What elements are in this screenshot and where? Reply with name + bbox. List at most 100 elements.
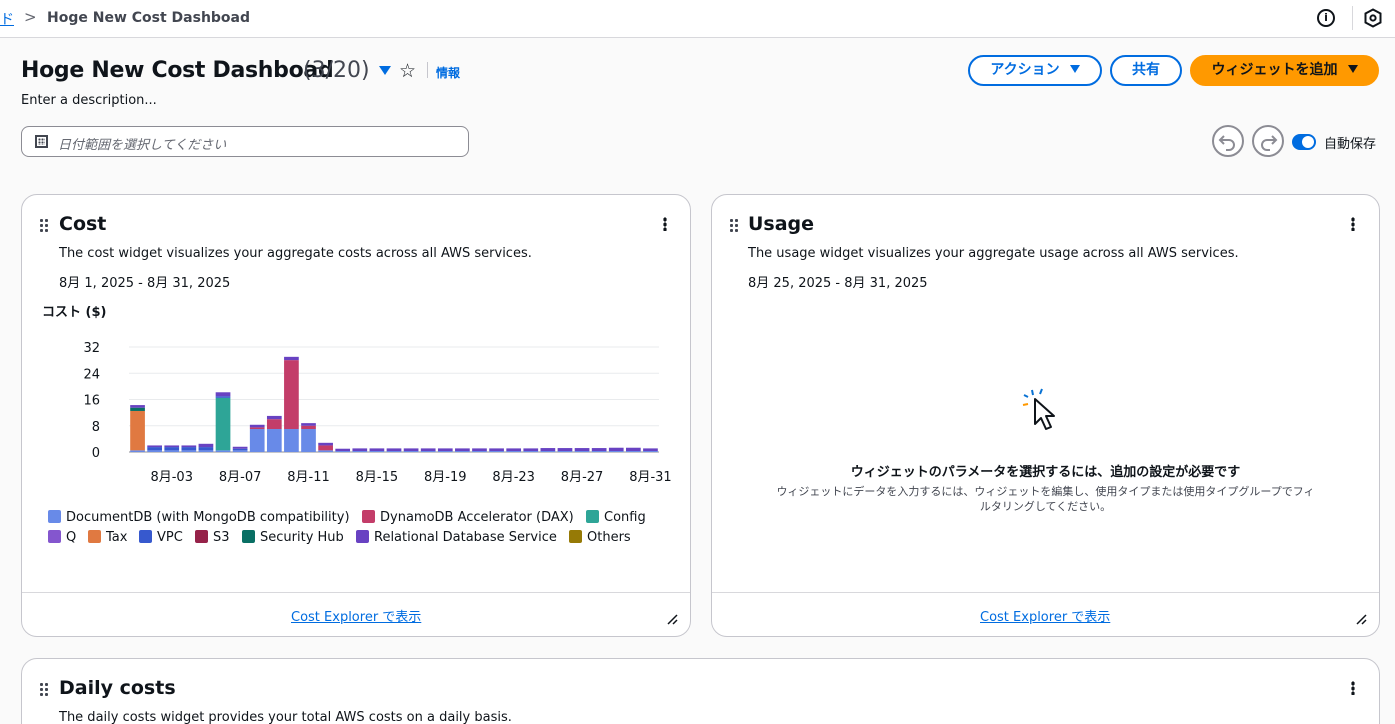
bar-segment[interactable] (455, 448, 470, 452)
bar-segment[interactable] (455, 451, 470, 452)
resize-handle-icon[interactable] (666, 613, 678, 625)
legend-item[interactable]: Security Hub (242, 530, 344, 545)
undo-button[interactable] (1212, 125, 1244, 157)
bar-segment[interactable] (181, 445, 197, 448)
legend-item[interactable]: DynamoDB Accelerator (DAX) (362, 510, 574, 525)
bar-segment[interactable] (147, 445, 162, 448)
bar-segment[interactable] (215, 392, 231, 397)
bar-segment[interactable] (147, 447, 162, 451)
bar-segment[interactable] (164, 445, 180, 448)
legend-item[interactable]: Q (48, 530, 76, 545)
bar-segment[interactable] (249, 427, 265, 430)
bar-segment[interactable] (215, 396, 231, 398)
bar-segment[interactable] (164, 447, 180, 451)
bar-segment[interactable] (318, 450, 333, 452)
breadcrumb-previous-link[interactable]: ド (0, 9, 14, 29)
view-in-cost-explorer-link[interactable]: Cost Explorer で表示 (980, 606, 1110, 625)
drag-handle-icon[interactable] (39, 218, 49, 232)
bar-segment[interactable] (335, 448, 351, 452)
bar-segment[interactable] (130, 450, 145, 452)
bar-segment[interactable] (352, 448, 368, 452)
bar-segment[interactable] (523, 451, 539, 452)
bar-segment[interactable] (181, 450, 197, 452)
bar-segment[interactable] (318, 442, 333, 446)
bar-segment[interactable] (386, 448, 402, 452)
bar-segment[interactable] (540, 448, 556, 452)
dashboard-switch-caret-icon[interactable] (379, 66, 391, 75)
legend-item[interactable]: Others (569, 530, 631, 545)
bar-segment[interactable] (164, 450, 180, 452)
bar-segment[interactable] (215, 397, 231, 451)
bar-segment[interactable] (232, 446, 248, 449)
dashboard-description[interactable]: Enter a description... (21, 93, 157, 108)
bar-segment[interactable] (626, 447, 641, 452)
bar-segment[interactable] (506, 448, 522, 452)
bar-segment[interactable] (369, 451, 385, 452)
redo-button[interactable] (1252, 125, 1284, 157)
date-range-input[interactable]: 日付範囲を選択してください (21, 126, 469, 157)
legend-item[interactable]: VPC (139, 530, 183, 545)
bar-segment[interactable] (420, 448, 436, 452)
bar-segment[interactable] (266, 429, 282, 452)
bar-segment[interactable] (437, 451, 453, 452)
bar-segment[interactable] (301, 423, 316, 426)
bar-segment[interactable] (249, 429, 265, 452)
autosave-toggle[interactable] (1292, 134, 1316, 150)
bar-segment[interactable] (420, 451, 436, 452)
add-widget-button[interactable]: ウィジェットを追加 (1190, 55, 1379, 86)
share-button[interactable]: 共有 (1110, 55, 1182, 86)
bar-segment[interactable] (403, 448, 419, 452)
bar-segment[interactable] (284, 429, 299, 452)
more-options-icon[interactable] (663, 217, 667, 231)
bar-segment[interactable] (130, 407, 145, 411)
bar-segment[interactable] (403, 451, 419, 452)
bar-segment[interactable] (506, 451, 522, 452)
bar-segment[interactable] (147, 450, 162, 452)
resize-handle-icon[interactable] (1355, 613, 1367, 625)
legend-item[interactable]: DocumentDB (with MongoDB compatibility) (48, 510, 350, 525)
more-options-icon[interactable] (1351, 217, 1355, 231)
bar-segment[interactable] (284, 356, 299, 361)
bar-segment[interactable] (489, 448, 504, 452)
bar-segment[interactable] (284, 360, 299, 430)
bar-segment[interactable] (472, 448, 487, 452)
favorite-star-icon[interactable]: ☆ (399, 60, 416, 82)
bar-segment[interactable] (608, 447, 624, 452)
legend-item[interactable]: Tax (88, 530, 127, 545)
bar-segment[interactable] (626, 451, 641, 452)
bar-segment[interactable] (198, 443, 214, 448)
legend-item[interactable]: S3 (195, 530, 230, 545)
legend-item[interactable]: Relational Database Service (356, 530, 557, 545)
bar-segment[interactable] (557, 448, 573, 452)
bar-segment[interactable] (437, 448, 453, 452)
bar-segment[interactable] (489, 451, 504, 452)
bar-segment[interactable] (301, 429, 316, 452)
bar-segment[interactable] (540, 451, 556, 452)
more-options-icon[interactable] (1351, 681, 1355, 695)
bar-segment[interactable] (591, 448, 607, 452)
bar-segment[interactable] (574, 448, 590, 452)
settings-hex-icon[interactable] (1363, 8, 1383, 28)
actions-button[interactable]: アクション (968, 55, 1102, 86)
bar-segment[interactable] (472, 451, 487, 452)
bar-segment[interactable] (181, 447, 197, 451)
bar-segment[interactable] (232, 450, 248, 452)
drag-handle-icon[interactable] (39, 682, 49, 696)
bar-segment[interactable] (352, 451, 368, 452)
bar-segment[interactable] (335, 451, 351, 452)
bar-segment[interactable] (301, 425, 316, 430)
bar-segment[interactable] (232, 448, 248, 451)
bar-segment[interactable] (215, 450, 231, 452)
bar-segment[interactable] (198, 447, 214, 451)
bar-segment[interactable] (369, 448, 385, 452)
bar-segment[interactable] (318, 445, 333, 451)
bar-segment[interactable] (130, 410, 145, 451)
view-in-cost-explorer-link[interactable]: Cost Explorer で表示 (291, 606, 421, 625)
bar-segment[interactable] (574, 451, 590, 452)
bar-segment[interactable] (557, 451, 573, 452)
bar-segment[interactable] (523, 448, 539, 452)
bar-segment[interactable] (130, 405, 145, 408)
bar-segment[interactable] (608, 451, 624, 452)
bar-segment[interactable] (643, 451, 658, 452)
info-icon[interactable]: i (1317, 9, 1335, 27)
